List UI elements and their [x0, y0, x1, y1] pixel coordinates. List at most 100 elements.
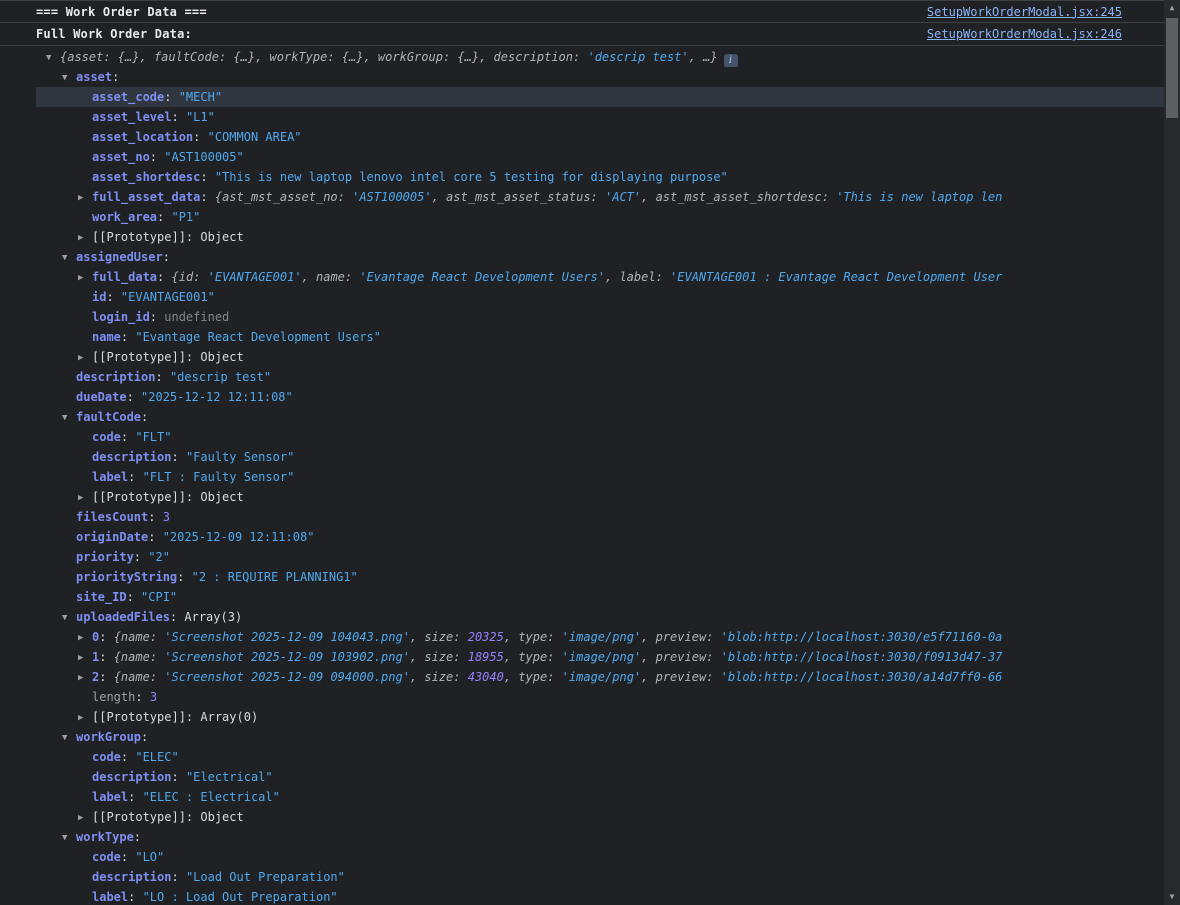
punctuation: : [99, 650, 113, 664]
property-key: originDate [76, 530, 148, 544]
collapse-arrow-icon[interactable]: ▼ [62, 248, 76, 267]
tree-row[interactable]: priorityString: "2 : REQUIRE PLANNING1" [36, 567, 1164, 587]
tree-row[interactable]: description: "Load Out Preparation" [36, 867, 1164, 887]
tree-row[interactable]: ▶full_data: {id: 'EVANTAGE001', name: 'E… [36, 267, 1164, 287]
object-preview-string: 'image/png' [562, 650, 641, 664]
collapse-arrow-icon[interactable]: ▼ [62, 68, 76, 87]
tree-row[interactable]: dueDate: "2025-12-12 12:11:08" [36, 387, 1164, 407]
property-key: full_data [92, 270, 157, 284]
object-preview: : [822, 190, 836, 204]
punctuation: : [157, 270, 171, 284]
punctuation: : [135, 690, 149, 704]
property-key: full_asset_data [92, 190, 200, 204]
collapse-arrow-icon[interactable]: ▼ [62, 828, 76, 847]
expand-arrow-icon[interactable]: ▶ [78, 188, 92, 207]
object-preview: , [410, 650, 424, 664]
tree-row[interactable]: ▶[[Prototype]]: Array(0) [36, 707, 1164, 727]
object-preview-key: faultCode [154, 50, 219, 64]
scrollbar-down-icon[interactable]: ▼ [1164, 889, 1180, 905]
scrollbar-thumb[interactable] [1166, 18, 1178, 118]
tree-row[interactable]: length: 3 [36, 687, 1164, 707]
tree-row[interactable]: ▶1: {name: 'Screenshot 2025-12-09 103902… [36, 647, 1164, 667]
tree-row[interactable]: ▶2: {name: 'Screenshot 2025-12-09 094000… [36, 667, 1164, 687]
tree-row[interactable]: label: "ELEC : Electrical" [36, 787, 1164, 807]
expand-arrow-icon[interactable]: ▶ [78, 628, 92, 647]
tree-row[interactable]: work_area: "P1" [36, 207, 1164, 227]
tree-row[interactable]: asset_location: "COMMON AREA" [36, 127, 1164, 147]
tree-row[interactable]: id: "EVANTAGE001" [36, 287, 1164, 307]
expand-arrow-icon[interactable]: ▶ [78, 668, 92, 687]
tree-row[interactable]: login_id: undefined [36, 307, 1164, 327]
tree-row[interactable]: ▶[[Prototype]]: Object [36, 227, 1164, 247]
tree-row[interactable]: ▶[[Prototype]]: Object [36, 487, 1164, 507]
tree-row[interactable]: asset_level: "L1" [36, 107, 1164, 127]
source-link[interactable]: SetupWorkOrderModal.jsx:246 [927, 23, 1122, 45]
punctuation: : [128, 470, 142, 484]
tree-row[interactable]: ▶[[Prototype]]: Object [36, 807, 1164, 827]
tree-row[interactable]: ▼faultCode: [36, 407, 1164, 427]
object-preview: : [453, 630, 467, 644]
tree-row[interactable]: ▼uploadedFiles: Array(3) [36, 607, 1164, 627]
tree-row[interactable]: description: "Faulty Sensor" [36, 447, 1164, 467]
source-link[interactable]: SetupWorkOrderModal.jsx:245 [927, 1, 1122, 23]
tree-row[interactable]: name: "Evantage React Development Users" [36, 327, 1164, 347]
tree-row[interactable]: description: "descrip test" [36, 367, 1164, 387]
tree-row[interactable]: description: "Electrical" [36, 767, 1164, 787]
tree-row[interactable]: asset_shortdesc: "This is new laptop len… [36, 167, 1164, 187]
info-icon[interactable]: i [724, 54, 738, 67]
tree-row[interactable]: asset_no: "AST100005" [36, 147, 1164, 167]
tree-row[interactable]: ▼workGroup: [36, 727, 1164, 747]
punctuation: : [155, 370, 169, 384]
tree-row[interactable]: asset_code: "MECH" [36, 87, 1164, 107]
collapse-arrow-icon[interactable]: ▼ [62, 408, 76, 427]
tree-row[interactable]: code: "FLT" [36, 427, 1164, 447]
expand-arrow-icon[interactable]: ▶ [78, 348, 92, 367]
console-scrollbar[interactable]: ▲ ▼ [1164, 0, 1180, 905]
object-preview-string: 'blob:http://localhost:3030/e5f71160-0a [721, 630, 1003, 644]
collapse-arrow-icon[interactable]: ▼ [62, 728, 76, 747]
tree-row[interactable]: originDate: "2025-12-09 12:11:08" [36, 527, 1164, 547]
object-preview: , [504, 670, 518, 684]
expand-arrow-icon[interactable]: ▶ [78, 648, 92, 667]
expand-arrow-icon[interactable]: ▶ [78, 808, 92, 827]
object-preview-key: workGroup [378, 50, 443, 64]
tree-row[interactable]: ▶[[Prototype]]: Object [36, 347, 1164, 367]
collapse-arrow-icon[interactable]: ▼ [46, 48, 60, 67]
string-value: "COMMON AREA" [208, 130, 302, 144]
tree-row[interactable]: filesCount: 3 [36, 507, 1164, 527]
object-preview: , [641, 670, 655, 684]
tree-row[interactable]: priority: "2" [36, 547, 1164, 567]
property-key: filesCount [76, 510, 148, 524]
string-value: "LO : Load Out Preparation" [143, 890, 338, 904]
tree-row[interactable]: code: "LO" [36, 847, 1164, 867]
object-preview-key: workType [270, 50, 328, 64]
scrollbar-up-icon[interactable]: ▲ [1164, 0, 1180, 16]
property-key: description [92, 450, 171, 464]
expand-arrow-icon[interactable]: ▶ [78, 708, 92, 727]
tree-row[interactable]: ▼workType: [36, 827, 1164, 847]
tree-row[interactable]: ▶full_asset_data: {ast_mst_asset_no: 'AS… [36, 187, 1164, 207]
tree-row[interactable]: ▼assignedUser: [36, 247, 1164, 267]
object-preview-string: 'blob:http://localhost:3030/f0913d47-37 [721, 650, 1003, 664]
tree-row[interactable]: site_ID: "CPI" [36, 587, 1164, 607]
property-key: label [92, 470, 128, 484]
tree-row[interactable]: code: "ELEC" [36, 747, 1164, 767]
collapse-arrow-icon[interactable]: ▼ [62, 608, 76, 627]
tree-row[interactable]: ▶0: {name: 'Screenshot 2025-12-09 104043… [36, 627, 1164, 647]
object-preview: , [410, 670, 424, 684]
object-preview-key: asset [67, 50, 103, 64]
object-preview-number: 18955 [468, 650, 504, 664]
object-preview: : [547, 670, 561, 684]
expand-arrow-icon[interactable]: ▶ [78, 228, 92, 247]
object-preview-string: 'Screenshot 2025-12-09 104043.png' [164, 630, 410, 644]
tree-row[interactable]: label: "LO : Load Out Preparation" [36, 887, 1164, 905]
object-preview-key: ast_mst_asset_no [222, 190, 338, 204]
tree-row[interactable]: ▼{asset: {…}, faultCode: {…}, workType: … [36, 47, 1164, 67]
expand-arrow-icon[interactable]: ▶ [78, 268, 92, 287]
expand-arrow-icon[interactable]: ▶ [78, 488, 92, 507]
object-preview: , [641, 190, 655, 204]
tree-row[interactable]: label: "FLT : Faulty Sensor" [36, 467, 1164, 487]
tree-row[interactable]: ▼asset: [36, 67, 1164, 87]
object-preview-key: ast_mst_asset_status [446, 190, 591, 204]
object-preview: : [547, 650, 561, 664]
